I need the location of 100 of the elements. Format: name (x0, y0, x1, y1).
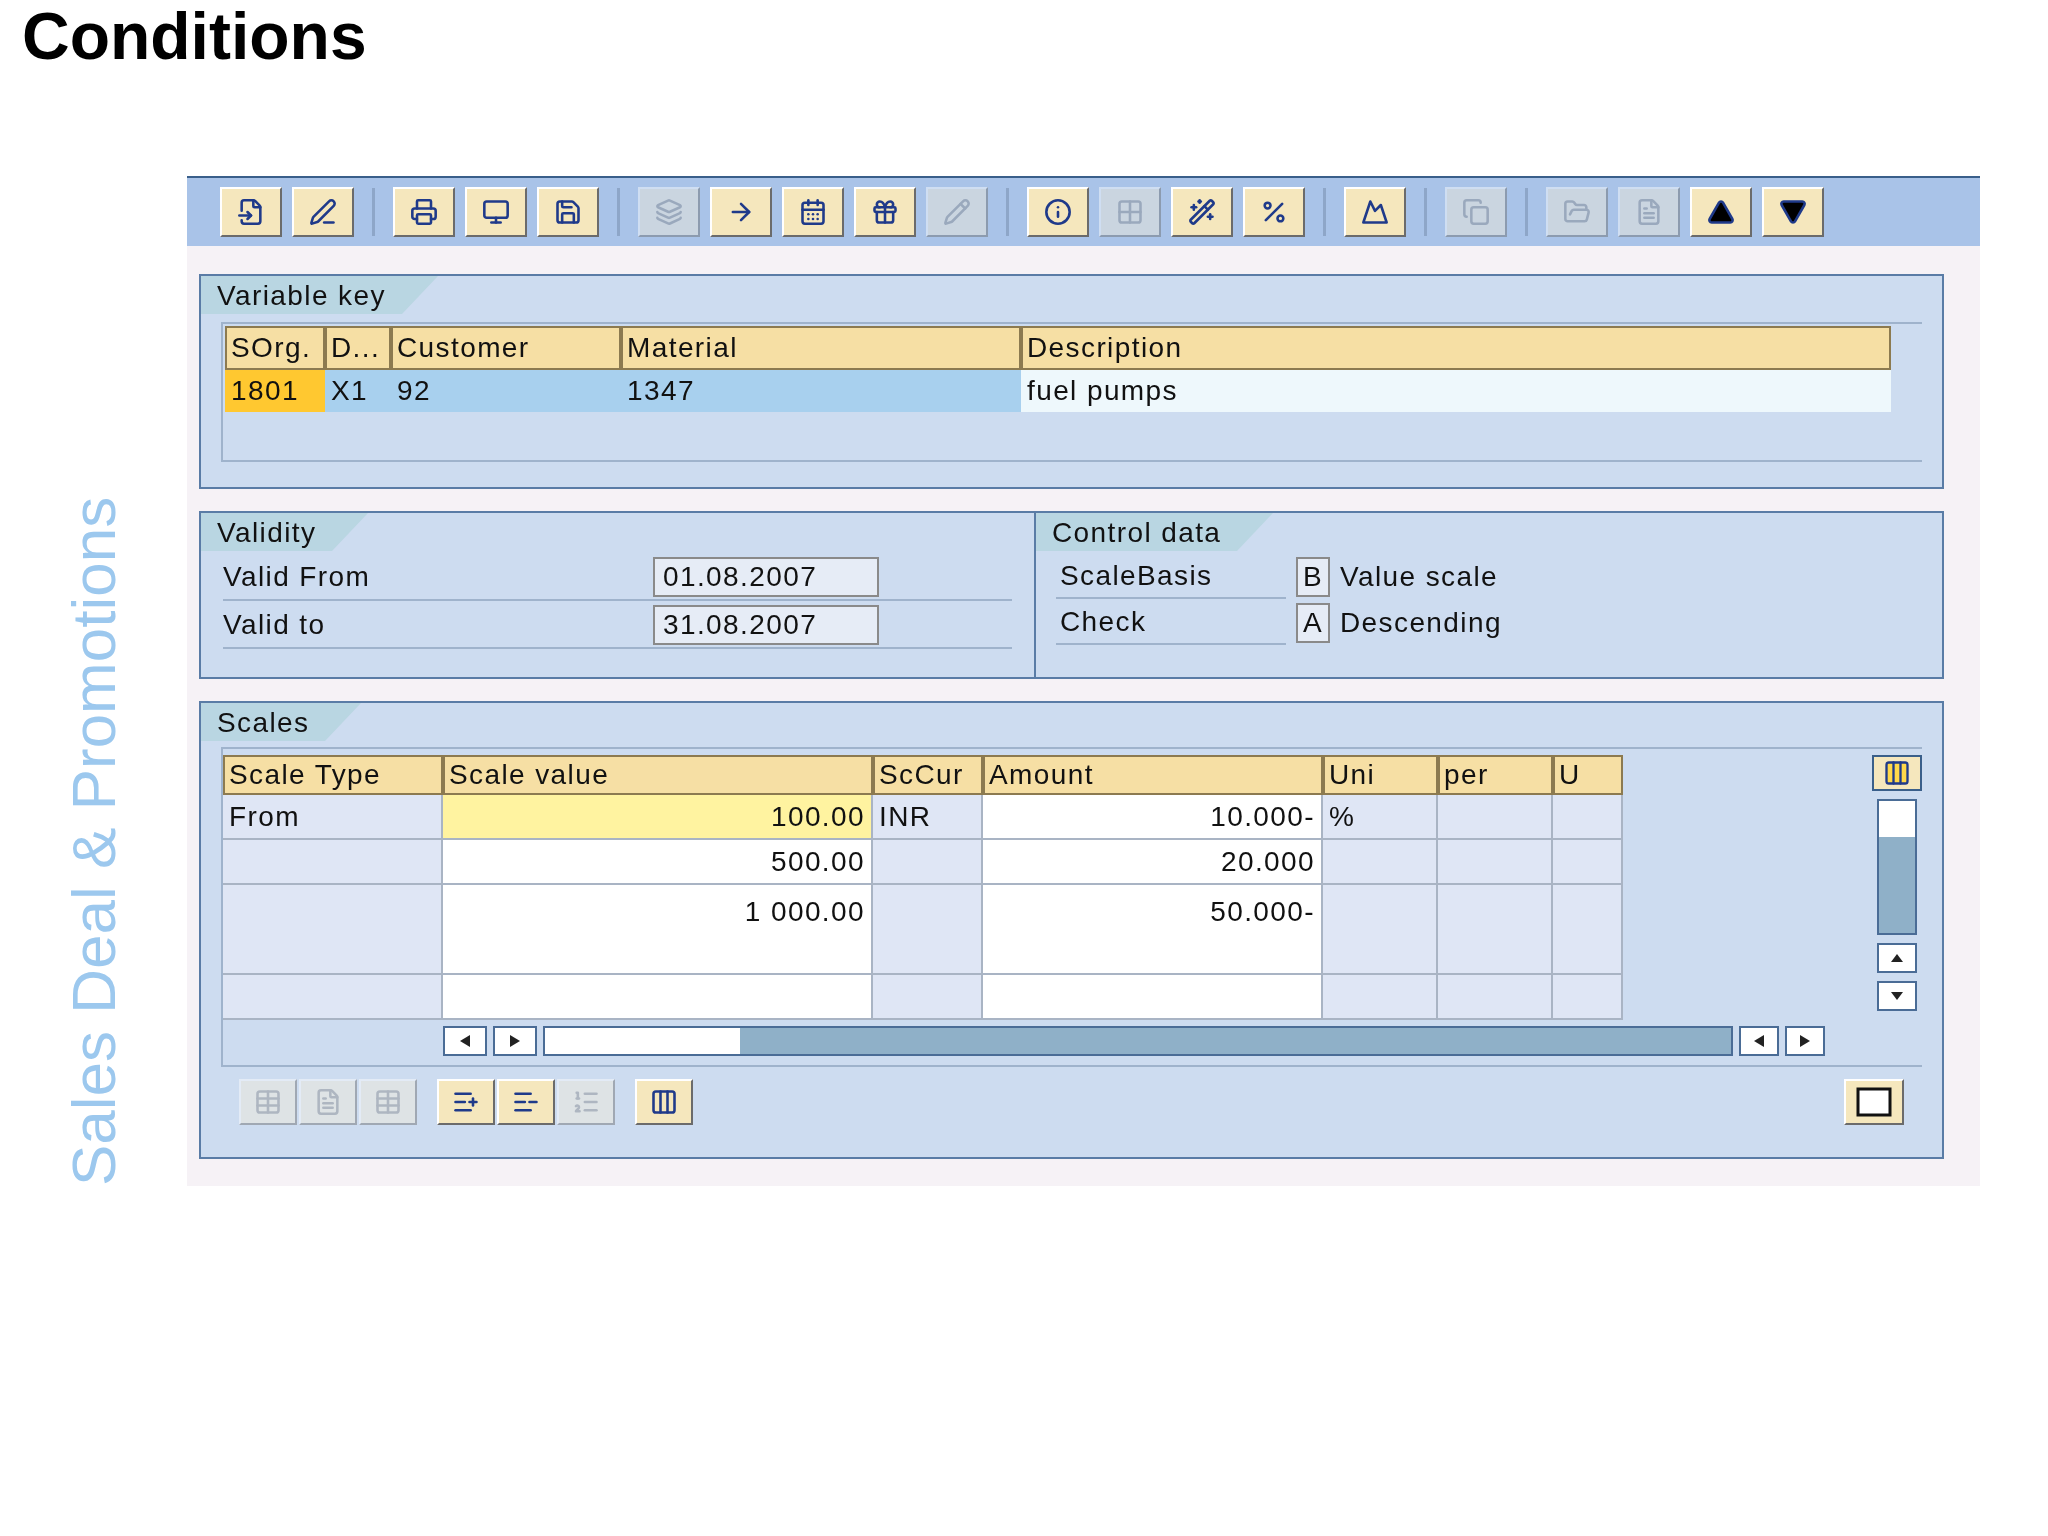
code-field[interactable]: A (1296, 603, 1330, 643)
percent-icon (1260, 198, 1288, 226)
table-settings-button[interactable] (1872, 755, 1922, 791)
scroll-down-button[interactable] (1877, 981, 1917, 1011)
field-label: Check (1056, 601, 1286, 645)
column-header[interactable]: Scale value (443, 755, 873, 795)
toolbar-button[interactable] (292, 187, 354, 237)
scroll-up-button[interactable] (1877, 943, 1917, 973)
date-field[interactable]: 31.08.2007 (653, 605, 879, 645)
toolbar-button[interactable] (437, 1079, 495, 1125)
scroll-left-button[interactable] (1739, 1026, 1779, 1056)
gift-icon (871, 198, 899, 226)
toolbar-button[interactable] (1344, 187, 1406, 237)
table-cell[interactable] (873, 885, 983, 975)
toolbar-button[interactable] (497, 1079, 555, 1125)
table-cell[interactable] (1553, 795, 1623, 840)
table-cell: fuel pumps (1021, 370, 1891, 412)
table-cell[interactable] (1438, 795, 1553, 840)
table-cell[interactable] (873, 840, 983, 885)
toolbar-button[interactable] (393, 187, 455, 237)
table-cell[interactable] (1438, 975, 1553, 1020)
table-cell[interactable]: 20.000 (983, 840, 1323, 885)
column-header[interactable]: Scale Type (223, 755, 443, 795)
scroll-right-button[interactable] (493, 1026, 537, 1056)
table-cell: 92 (391, 370, 621, 412)
list-icon (572, 1088, 600, 1116)
column-header[interactable]: Description (1021, 326, 1891, 370)
toolbar-button[interactable] (782, 187, 844, 237)
right-arrow-icon (1800, 1035, 1810, 1047)
mountain-icon (1361, 198, 1389, 226)
copy-icon (1462, 198, 1490, 226)
wand-icon (1188, 198, 1216, 226)
horizontal-scrollbar[interactable] (543, 1026, 1733, 1056)
column-header[interactable]: ScCur (873, 755, 983, 795)
folder-icon (1563, 198, 1591, 226)
column-header[interactable]: D... (325, 326, 391, 370)
printer-icon (410, 198, 438, 226)
code-description: Descending (1340, 606, 1502, 640)
table-cell[interactable] (1323, 975, 1438, 1020)
table-cell[interactable]: % (1323, 795, 1438, 840)
table-cell[interactable]: 500.00 (443, 840, 873, 885)
field-label: Valid From (223, 560, 372, 594)
toolbar-button[interactable] (854, 187, 916, 237)
up-triangle-icon (1707, 198, 1735, 226)
table-cell[interactable] (223, 840, 443, 885)
columns-icon (650, 1088, 678, 1116)
down-arrow-icon (1891, 992, 1903, 1000)
column-header[interactable]: Uni (1323, 755, 1438, 795)
toolbar-button[interactable] (1027, 187, 1089, 237)
info-icon (1044, 198, 1072, 226)
toolbar-button[interactable] (537, 187, 599, 237)
toolbar-button[interactable] (465, 187, 527, 237)
toolbar-button[interactable] (1171, 187, 1233, 237)
toolbar-button[interactable] (1762, 187, 1824, 237)
date-field[interactable]: 01.08.2007 (653, 557, 879, 597)
tab-corner-icon (401, 276, 438, 314)
table-cell[interactable] (1553, 975, 1623, 1020)
table-cell[interactable] (1553, 840, 1623, 885)
table-cell[interactable] (873, 975, 983, 1020)
column-header[interactable]: Amount (983, 755, 1323, 795)
toolbar-button[interactable] (710, 187, 772, 237)
table-cell[interactable]: 50.000- (983, 885, 1323, 975)
table-cell[interactable]: 1 000.00 (443, 885, 873, 975)
table-cell[interactable] (1438, 840, 1553, 885)
table-icon (254, 1088, 282, 1116)
left-arrow-icon (1754, 1035, 1764, 1047)
scroll-left-button[interactable] (443, 1026, 487, 1056)
grid-icon (1116, 198, 1144, 226)
table-cell[interactable] (1438, 885, 1553, 975)
column-header[interactable]: U (1553, 755, 1623, 795)
table-cell[interactable] (223, 975, 443, 1020)
toolbar-button[interactable] (1690, 187, 1752, 237)
tab-corner-icon (1237, 513, 1274, 551)
table-cell[interactable]: 100.00 (443, 795, 873, 840)
vertical-scrollbar[interactable] (1877, 799, 1917, 935)
table-cell[interactable] (1323, 840, 1438, 885)
scroll-right-button[interactable] (1785, 1026, 1825, 1056)
code-field[interactable]: B (1296, 557, 1330, 597)
up-arrow-icon (1891, 954, 1903, 962)
table-cell[interactable]: 10.000- (983, 795, 1323, 840)
table-cell[interactable]: INR (873, 795, 983, 840)
blank-page-icon (1856, 1087, 1892, 1117)
table-cell[interactable] (1553, 885, 1623, 975)
toolbar-button[interactable] (635, 1079, 693, 1125)
toolbar-button[interactable] (1243, 187, 1305, 237)
page-button[interactable] (1844, 1079, 1904, 1125)
table-cell: X1 (325, 370, 391, 412)
tab-corner-icon (325, 703, 362, 741)
table-cell[interactable] (223, 885, 443, 975)
column-header[interactable]: Material (621, 326, 1021, 370)
table-cell[interactable] (1323, 885, 1438, 975)
column-header[interactable]: per (1438, 755, 1553, 795)
table-cell[interactable]: From (223, 795, 443, 840)
table-cell[interactable] (443, 975, 873, 1020)
toolbar-button[interactable] (220, 187, 282, 237)
monitor-icon (482, 198, 510, 226)
column-header[interactable]: SOrg. (225, 326, 325, 370)
column-header[interactable]: Customer (391, 326, 621, 370)
table-cell[interactable] (983, 975, 1323, 1020)
left-arrow-icon (460, 1035, 470, 1047)
